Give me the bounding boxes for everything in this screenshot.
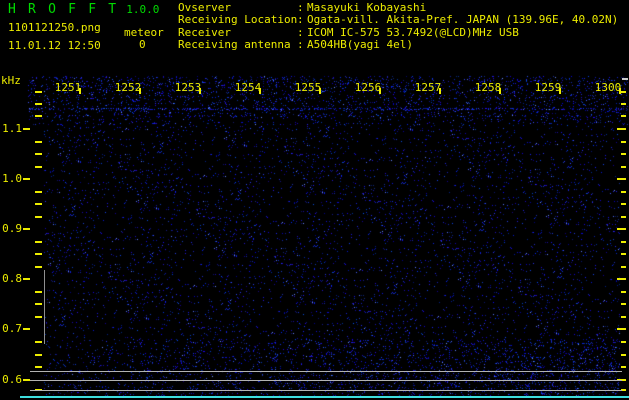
freq-axis-minor-tick <box>35 341 42 343</box>
axes-layer: 1251 1252 1253 1254 1255 1256 1257 1258 1259 1300… <box>0 0 629 400</box>
time-axis-tick <box>199 88 201 94</box>
freq-axis-tick <box>617 278 626 280</box>
freq-axis-label: 1.1 <box>2 122 22 135</box>
freq-axis-minor-tick <box>35 366 42 368</box>
time-axis-tick <box>139 88 141 94</box>
time-axis-tick <box>379 88 381 94</box>
freq-axis-tick <box>23 178 30 180</box>
freq-axis-minor-tick <box>35 216 42 218</box>
freq-axis-tick <box>617 128 626 130</box>
freq-axis-minor-tick <box>621 266 626 268</box>
freq-axis-minor-tick <box>621 153 626 155</box>
freq-axis-minor-tick <box>35 266 42 268</box>
freq-axis-minor-tick <box>35 291 42 293</box>
hrofft-window: H R O F F T1.0.0 1101121250.png meteor 1… <box>0 0 629 400</box>
freq-axis-minor-tick <box>621 103 626 105</box>
time-axis-tick <box>259 88 261 94</box>
freq-axis-minor-tick <box>621 354 626 356</box>
freq-axis-label: 0.6 <box>2 373 22 386</box>
freq-axis-minor-tick <box>621 341 626 343</box>
freq-axis-minor-tick <box>35 115 42 117</box>
freq-axis-label: 0.7 <box>2 322 22 335</box>
freq-axis-minor-tick <box>35 191 42 193</box>
freq-axis-tick <box>23 379 30 381</box>
freq-axis-label: 1.0 <box>2 172 22 185</box>
freq-axis-minor-tick <box>35 203 42 205</box>
freq-axis-tick <box>617 328 626 330</box>
top-right-tick <box>622 78 628 80</box>
time-axis-tick <box>499 88 501 94</box>
freq-axis-minor-tick <box>621 166 626 168</box>
freq-axis-minor-tick <box>621 241 626 243</box>
signal-band-marker <box>44 270 45 344</box>
freq-axis-minor-tick <box>621 291 626 293</box>
time-axis-tick <box>319 88 321 94</box>
freq-axis-tick <box>617 228 626 230</box>
noise-level-line <box>30 371 622 372</box>
time-axis-tick <box>559 88 561 94</box>
freq-axis-label: 0.8 <box>2 272 22 285</box>
freq-axis-minor-tick <box>35 103 42 105</box>
freq-axis-tick <box>23 278 30 280</box>
freq-axis-minor-tick <box>35 91 42 93</box>
freq-axis-minor-tick <box>621 303 626 305</box>
freq-axis-minor-tick <box>35 141 42 143</box>
freq-axis-tick <box>617 178 626 180</box>
time-axis-tick <box>439 88 441 94</box>
freq-axis-minor-tick <box>621 115 626 117</box>
freq-axis-minor-tick <box>621 91 626 93</box>
freq-axis-minor-tick <box>621 366 626 368</box>
freq-axis-minor-tick <box>35 241 42 243</box>
freq-axis-tick <box>23 228 30 230</box>
freq-axis-minor-tick <box>621 203 626 205</box>
freq-axis-minor-tick <box>621 316 626 318</box>
freq-axis-minor-tick <box>35 316 42 318</box>
freq-axis-minor-tick <box>35 303 42 305</box>
freq-axis-minor-tick <box>621 216 626 218</box>
freq-axis-minor-tick <box>35 354 42 356</box>
freq-axis-minor-tick <box>621 191 626 193</box>
baseline-cyan-line <box>20 396 629 398</box>
freq-axis-minor-tick <box>621 141 626 143</box>
noise-level-line <box>30 390 622 391</box>
freq-axis-tick <box>23 328 30 330</box>
freq-axis-label: 0.9 <box>2 222 22 235</box>
time-axis-tick <box>79 88 81 94</box>
noise-level-line <box>30 380 622 381</box>
freq-axis-minor-tick <box>35 253 42 255</box>
freq-axis-minor-tick <box>35 166 42 168</box>
freq-axis-minor-tick <box>621 253 626 255</box>
freq-axis-tick <box>23 128 30 130</box>
freq-axis-minor-tick <box>35 153 42 155</box>
